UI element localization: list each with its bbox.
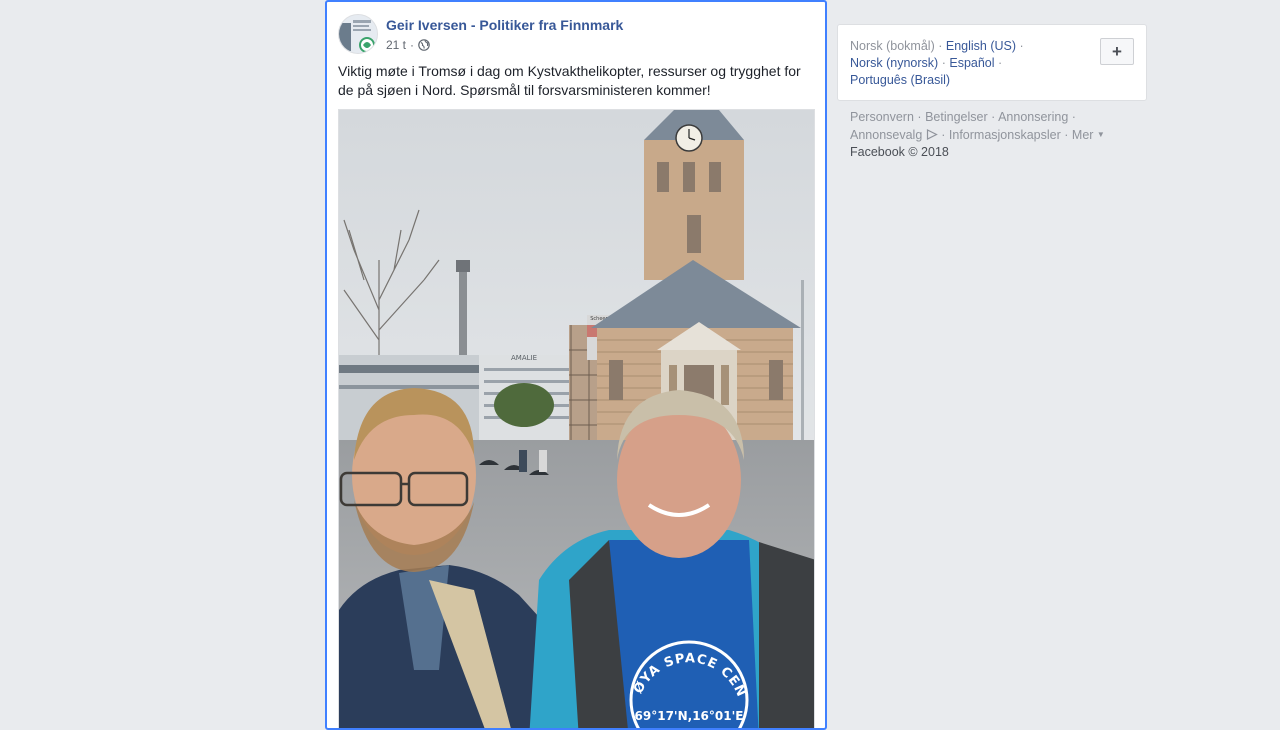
language-list: Norsk (bokmål) · English (US) · Norsk (n… — [850, 38, 1090, 89]
author-avatar[interactable] — [338, 14, 378, 54]
post-text: Viktig møte i Tromsø i dag om Kystvakthe… — [338, 63, 801, 98]
author-name-link[interactable]: Geir Iversen - Politiker fra Finnmark — [386, 17, 623, 33]
language-link-portugues[interactable]: Português (Brasil) — [850, 73, 950, 87]
language-selector-card: Norsk (bokmål) · English (US) · Norsk (n… — [837, 24, 1147, 101]
globe-icon[interactable] — [418, 39, 430, 51]
footer-link-personvern[interactable]: Personvern — [850, 110, 914, 124]
language-separator: · — [998, 56, 1003, 70]
footer-separator: · — [1071, 110, 1076, 124]
caret-down-icon: ▼ — [1096, 130, 1105, 139]
shirt-coords-text: 69°17'N,16°01'E — [635, 709, 744, 723]
language-link-english[interactable]: English (US) — [946, 39, 1016, 53]
post-header: Geir Iversen - Politiker fra Finnmark 21… — [338, 14, 814, 56]
language-link-nynorsk[interactable]: Norsk (nynorsk) — [850, 56, 938, 70]
footer-link-annonsering[interactable]: Annonsering — [998, 110, 1068, 124]
post-meta: 21 t · — [386, 38, 430, 52]
language-separator: · — [1019, 39, 1024, 53]
footer-links: Personvern · Betingelser · Annonsering ·… — [850, 109, 1140, 161]
footer-separator: · — [1064, 128, 1069, 142]
footer-separator: · — [941, 128, 946, 142]
copyright: Facebook © 2018 — [850, 145, 949, 159]
footer-link-mer[interactable]: Mer ▼ — [1072, 128, 1105, 142]
adchoices-icon — [926, 128, 938, 140]
post-card: Geir Iversen - Politiker fra Finnmark 21… — [325, 0, 827, 730]
post-timestamp[interactable]: 21 t — [386, 38, 406, 52]
meta-separator: · — [410, 38, 415, 52]
add-language-button[interactable]: + — [1100, 38, 1134, 65]
footer-separator: · — [917, 110, 922, 124]
language-link-espanol[interactable]: Español — [949, 56, 994, 70]
language-current: Norsk (bokmål) — [850, 39, 935, 53]
post-photo[interactable]: AMALIE Scheene ØYA SPACE CEN 69°17'N,16°… — [338, 109, 815, 728]
footer-link-mer-label: Mer — [1071, 128, 1094, 142]
footer-link-betingelser[interactable]: Betingelser — [925, 110, 988, 124]
avatar-image — [339, 15, 377, 53]
footer-link-annonsevalg[interactable]: Annonsevalg — [850, 128, 922, 142]
footer-separator: · — [991, 110, 996, 124]
footer-link-informasjonskapsler[interactable]: Informasjonskapsler — [949, 128, 1061, 142]
language-separator: · — [938, 39, 943, 53]
language-separator: · — [941, 56, 946, 70]
building-sign: AMALIE — [511, 354, 537, 362]
